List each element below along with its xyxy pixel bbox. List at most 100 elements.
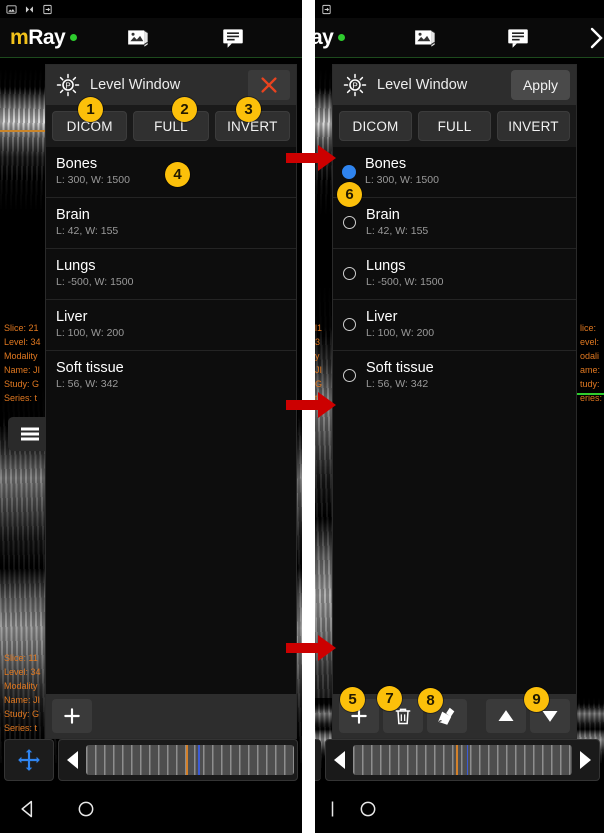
images-stack-button[interactable] [405,18,447,58]
transfer-icon [25,5,33,13]
android-nav-bar-right [315,785,604,833]
preset-name: Liver [56,309,88,325]
overlay-study: Study: G [4,379,40,389]
dicom-overlay-top: Slice: 21 Level: 34 Modality Name: JI St… [4,321,41,405]
app-logo-partial: ay [315,26,346,50]
chat-button[interactable] [212,18,254,58]
scrub-left-button[interactable] [62,749,84,771]
preset-list: Bones L: 300, W: 1500 Brain L: 42, W: 15… [46,147,296,694]
preset-row-soft-tissue[interactable]: Soft tissue L: 56, W: 342 [46,351,296,401]
preset-radio-bones[interactable] [343,165,355,178]
preset-name: Lungs [366,258,406,274]
chat-button[interactable] [497,18,539,58]
pan-tool-button[interactable] [4,739,54,781]
right-bottom-toolbar [315,735,604,785]
overlay-name: ame: [579,365,600,375]
preset-radio-liver[interactable] [343,318,356,331]
brightness-preset-icon: P [56,73,80,97]
overlay-slice: Slice: 11 [4,653,38,663]
overlay-modality: odali [579,351,599,361]
dialog-title: Level Window [90,77,181,93]
images-stack-icon [128,29,148,47]
pan-move-icon [18,749,40,771]
more-button[interactable] [587,18,604,58]
preset-row-bones[interactable]: Bones L: 300, W: 1500 [333,147,576,198]
apply-button[interactable]: Apply [510,70,570,100]
preset-row-brain[interactable]: Brain L: 42, W: 155 [333,198,576,249]
left-bottom-toolbar [0,735,302,785]
android-status-bar [0,0,302,18]
preset-name: Soft tissue [366,360,434,376]
overlay-slice: l1 [315,323,323,333]
preset-name: Brain [56,207,90,223]
android-back-button[interactable] [18,799,38,819]
dicom-overlay-bottom: Slice: 11 Level: 34 Modality Name: JI St… [4,651,41,735]
preset-values: L: 300, W: 1500 [365,174,439,186]
pan-tool-button-clipped[interactable] [315,739,321,781]
overlay-level: evel: [579,337,599,347]
preset-values: L: 56, W: 342 [56,378,119,390]
preset-values: L: -500, W: 1500 [56,276,134,288]
preset-radio-brain[interactable] [343,216,356,229]
overlay-modality: Modality [4,681,38,691]
slice-scrubber-left[interactable] [58,739,298,781]
preset-row-soft-tissue[interactable]: Soft tissue L: 56, W: 342 [333,351,576,401]
android-home-button[interactable] [76,799,96,819]
app-top-bar: mRay [0,18,302,58]
android-home-button[interactable] [358,799,378,819]
annotation-badge-2: 2 [172,97,197,122]
svg-text:P: P [352,81,357,90]
android-back-icon [21,800,33,818]
sync-icon [43,4,52,14]
preset-radio-soft-tissue[interactable] [343,369,356,382]
chat-bubble-icon [508,29,528,48]
preset-values: L: 42, W: 155 [56,225,119,237]
overlay-name: JI [315,365,323,375]
preset-row-brain[interactable]: Brain L: 42, W: 155 [46,198,296,249]
preset-row-liver[interactable]: Liver L: 100, W: 200 [46,300,296,351]
slice-scrubber-right[interactable] [325,739,600,781]
slice-scrubber[interactable] [353,745,572,775]
preset-values: L: 56, W: 342 [366,378,429,390]
overlay-level: 3 [315,337,321,347]
preset-values: L: 100, W: 200 [56,327,125,339]
annotation-badge-5: 5 [340,687,365,712]
preset-row-lungs[interactable]: Lungs L: -500, W: 1500 [333,249,576,300]
add-preset-button[interactable] [52,699,92,733]
full-button[interactable]: FULL [133,111,209,141]
app-top-bar-right: ay [315,18,604,58]
overlay-modality: y [315,351,320,361]
preset-radio-lungs[interactable] [343,267,356,280]
annotation-badge-1: 1 [78,97,103,122]
slice-scrubber[interactable] [86,745,294,775]
scrub-left-button[interactable] [329,749,351,771]
preset-name: Brain [366,207,400,223]
android-back-button[interactable] [325,799,345,819]
annotation-arrow-2 [286,392,336,418]
scrub-right-button[interactable] [574,749,596,771]
overlay-slice: Slice: 21 [4,323,39,333]
connection-status-dot [338,34,346,42]
overlay-study: G [315,379,323,389]
images-stack-button[interactable] [118,18,160,58]
left-panel: mRay Slice: 21 Level: 34 Modality Name: … [0,0,302,833]
move-up-button[interactable] [486,699,526,733]
logo-m: m [10,25,29,49]
invert-button[interactable]: INVERT [497,111,570,141]
preset-row-lungs[interactable]: Lungs L: -500, W: 1500 [46,249,296,300]
overlay-modality: Modality [4,351,38,361]
close-dialog-button[interactable] [248,70,290,100]
annotation-badge-6: 6 [337,182,362,207]
annotation-badge-3: 3 [236,97,261,122]
annotation-arrow-1 [286,145,336,171]
android-home-icon [360,801,376,817]
sync-icon [322,4,331,14]
preset-row-liver[interactable]: Liver L: 100, W: 200 [333,300,576,351]
full-button[interactable]: FULL [418,111,491,141]
dicom-button[interactable]: DICOM [339,111,412,141]
chat-bubble-icon [223,29,243,48]
overlay-name: Name: JI [4,365,41,375]
overlay-level: Level: 34 [4,667,41,677]
brightness-preset-icon: P [343,73,367,97]
overlay-level: Level: 34 [4,337,41,347]
